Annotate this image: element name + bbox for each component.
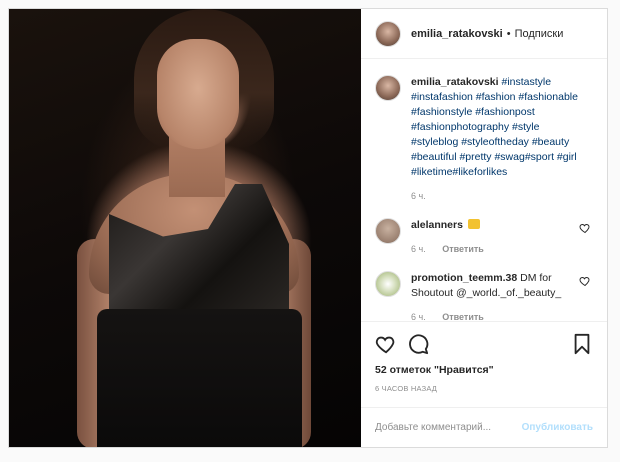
post-header: emilia_ratakovski • Подписки — [361, 9, 607, 59]
action-bar: 52 отметок "Нравится" 6 ЧАСОВ НАЗАД — [361, 321, 607, 407]
photo-face — [157, 39, 239, 149]
add-comment-bar: Опубликовать — [361, 407, 607, 447]
comment-item: promotion_teemm.38 DM for Shoutout @_wor… — [375, 271, 593, 321]
bookmark-icon[interactable] — [571, 333, 593, 355]
commenter-avatar[interactable] — [375, 218, 401, 244]
comment-input[interactable] — [375, 422, 522, 433]
author-username[interactable]: emilia_ratakovski — [411, 28, 503, 40]
comment-time[interactable]: 6 ч. — [411, 244, 426, 254]
photo-dress-bottom — [97, 309, 302, 447]
trophy-emoji-icon — [467, 219, 480, 229]
author-avatar[interactable] — [375, 20, 401, 47]
comment-like-heart-icon[interactable] — [579, 222, 591, 234]
caption-hashtags[interactable]: #instastyle #instafashion #fashion #fash… — [411, 76, 578, 178]
likes-count[interactable]: 52 отметок "Нравится" — [375, 364, 593, 376]
reply-button[interactable]: Ответить — [442, 312, 484, 321]
post-sidebar: emilia_ratakovski • Подписки emilia_rata… — [361, 9, 607, 447]
caption: emilia_ratakovski #instastyle #instafash… — [375, 75, 593, 204]
likes-label: "Нравится" — [433, 364, 494, 376]
comment-like-heart-icon[interactable] — [579, 275, 591, 287]
caption-author[interactable]: emilia_ratakovski — [411, 76, 499, 88]
post-photo[interactable] — [9, 9, 361, 447]
caption-avatar[interactable] — [375, 75, 401, 101]
comment-author[interactable]: alelanners — [411, 219, 463, 231]
reply-button[interactable]: Ответить — [442, 244, 484, 254]
caption-time[interactable]: 6 ч. — [411, 191, 426, 201]
comments-list: emilia_ratakovski #instastyle #instafash… — [361, 59, 607, 321]
publish-button[interactable]: Опубликовать — [522, 422, 593, 433]
comment-time[interactable]: 6 ч. — [411, 312, 426, 321]
follow-status-button[interactable]: Подписки — [515, 28, 564, 40]
comment-author[interactable]: promotion_teemm.38 — [411, 272, 517, 284]
header-separator: • — [506, 27, 511, 40]
post-timestamp[interactable]: 6 ЧАСОВ НАЗАД — [375, 384, 593, 393]
speech-bubble-icon[interactable] — [407, 333, 429, 355]
commenter-avatar[interactable] — [375, 271, 401, 297]
likes-number: 52 отметок — [375, 364, 432, 376]
post-card: emilia_ratakovski • Подписки emilia_rata… — [8, 8, 608, 448]
comment-item: alelanners 6 ч. Ответить — [375, 218, 593, 257]
heart-icon[interactable] — [375, 333, 397, 355]
